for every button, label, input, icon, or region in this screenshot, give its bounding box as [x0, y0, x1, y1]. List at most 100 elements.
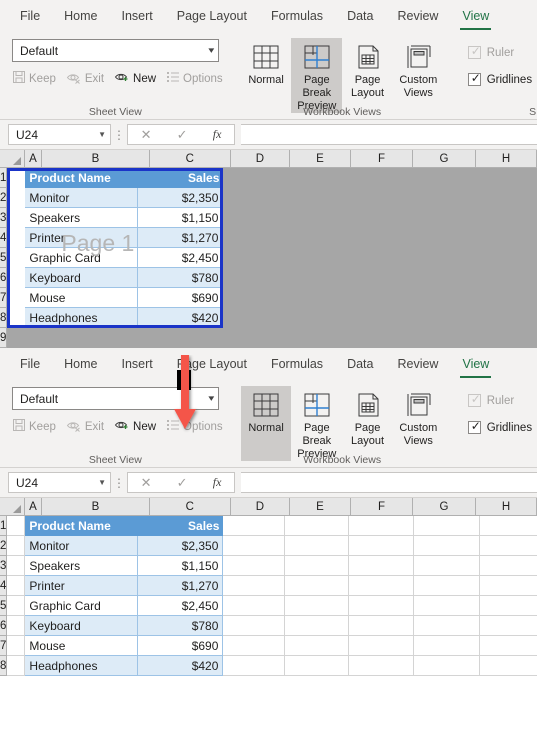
column-header-e[interactable]: E [289, 150, 352, 168]
grid-cell[interactable] [480, 596, 537, 616]
column-header-h[interactable]: H [475, 498, 537, 516]
grid-cell[interactable] [138, 328, 224, 348]
grid-cell[interactable] [414, 636, 481, 656]
table-data-cell[interactable]: Printer [25, 576, 139, 596]
grid-cell[interactable] [480, 536, 537, 556]
gridlines-checkbox-row[interactable]: ✓ Gridlines [460, 72, 532, 86]
grid-cell[interactable] [285, 556, 350, 576]
grid-cell[interactable] [349, 636, 415, 656]
name-box-top[interactable]: U24 ▼ [8, 124, 111, 145]
grid-cell[interactable] [7, 288, 26, 308]
grid-cell[interactable] [414, 248, 481, 268]
table-data-cell[interactable]: $1,270 [138, 576, 224, 596]
grid-cell[interactable] [414, 228, 481, 248]
table-data-cell[interactable]: $690 [138, 288, 224, 308]
sheet-view-combo-top[interactable]: Default ▾ [12, 39, 219, 62]
grid-cell[interactable] [7, 168, 26, 188]
grid-cell[interactable] [349, 208, 415, 228]
grid-cell[interactable] [285, 516, 350, 536]
grid-cell[interactable] [223, 268, 286, 288]
grid-cell[interactable] [223, 188, 286, 208]
table-data-cell[interactable]: $2,350 [138, 536, 224, 556]
row-header-2[interactable]: 2 [0, 536, 8, 556]
row-header-6[interactable]: 6 [0, 616, 8, 636]
grid-cell[interactable] [349, 228, 415, 248]
grid-cell[interactable] [480, 188, 537, 208]
table-data-cell[interactable]: $420 [138, 656, 224, 676]
grid-cell[interactable] [7, 576, 26, 596]
table-data-cell[interactable]: Keyboard [25, 268, 139, 288]
grid-cell[interactable] [223, 248, 286, 268]
ruler-checkbox-row[interactable]: ✓ Ruler [460, 45, 532, 59]
keep-button[interactable]: Keep [10, 417, 58, 436]
grid-cell[interactable] [285, 536, 350, 556]
ruler-checkbox[interactable]: ✓ [467, 393, 481, 407]
row-header-5[interactable]: 5 [0, 596, 8, 616]
table-data-cell[interactable]: Keyboard [25, 616, 139, 636]
grid-cell[interactable] [414, 596, 481, 616]
grid-cell[interactable] [7, 228, 26, 248]
tab-view[interactable]: View [450, 348, 501, 380]
grid-cell[interactable] [349, 248, 415, 268]
options-button[interactable]: Options [164, 69, 225, 88]
column-header-g[interactable]: G [413, 498, 476, 516]
grid-cell[interactable] [349, 556, 415, 576]
grid-cell[interactable] [480, 268, 537, 288]
new-button[interactable]: New [112, 69, 158, 88]
grid-cell[interactable] [480, 328, 537, 348]
grid-cell[interactable] [480, 636, 537, 656]
normal-view-button[interactable]: Normal [241, 38, 292, 113]
table-data-cell[interactable]: Mouse [25, 636, 139, 656]
tab-view[interactable]: View [450, 0, 501, 32]
grid-cell[interactable] [349, 188, 415, 208]
grid-cell[interactable] [223, 576, 286, 596]
column-header-c[interactable]: C [149, 498, 231, 516]
row-header-2[interactable]: 2 [0, 188, 8, 208]
grid-cell[interactable] [223, 168, 286, 188]
ruler-checkbox[interactable]: ✓ [467, 45, 481, 59]
formula-bar-grip[interactable]: ⋮ [111, 477, 127, 489]
spreadsheet-grid-bottom[interactable]: A B C D E F G H 1 2 3 4 5 6 7 8 Product Name Sales Monitor… [0, 498, 537, 676]
row-header-7[interactable]: 7 [0, 288, 8, 308]
column-header-d[interactable]: D [230, 150, 290, 168]
grid-cell[interactable] [223, 636, 286, 656]
grid-cell[interactable] [349, 328, 415, 348]
grid-cell[interactable] [223, 308, 286, 328]
sheet-view-combo-bottom[interactable]: Default ▾ [12, 387, 219, 410]
row-header-8[interactable]: 8 [0, 656, 8, 676]
tab-home[interactable]: Home [52, 0, 109, 32]
row-header-4[interactable]: 4 [0, 576, 8, 596]
grid-cell[interactable] [414, 288, 481, 308]
grid-cell[interactable] [223, 536, 286, 556]
table-data-cell[interactable]: $780 [138, 616, 224, 636]
grid-cell[interactable] [285, 328, 350, 348]
grid-cell[interactable] [414, 516, 481, 536]
grid-cell[interactable] [480, 208, 537, 228]
grid-cell[interactable] [349, 656, 415, 676]
grid-cell[interactable] [480, 516, 537, 536]
grid-cell[interactable] [285, 168, 350, 188]
grid-cell[interactable] [7, 268, 26, 288]
tab-formulas[interactable]: Formulas [259, 0, 335, 32]
table-data-cell[interactable]: Graphic Card [25, 248, 139, 268]
cancel-icon[interactable]: ✕ [141, 127, 152, 143]
gridlines-checkbox[interactable]: ✓ [467, 72, 481, 86]
row-header-6[interactable]: 6 [0, 268, 8, 288]
grid-cell[interactable] [285, 188, 350, 208]
row-header-3[interactable]: 3 [0, 556, 8, 576]
grid-cell[interactable] [480, 248, 537, 268]
exit-button[interactable]: Exit [64, 69, 106, 88]
column-header-b[interactable]: B [42, 498, 150, 516]
grid-cell[interactable] [7, 636, 26, 656]
grid-cell[interactable] [349, 288, 415, 308]
grid-cell[interactable] [480, 308, 537, 328]
table-data-cell[interactable]: Mouse [25, 288, 139, 308]
table-header-cell[interactable]: Product Name [25, 516, 139, 536]
grid-cell[interactable] [223, 556, 286, 576]
grid-cell[interactable] [414, 536, 481, 556]
grid-cell[interactable] [7, 616, 26, 636]
row-header-8[interactable]: 8 [0, 308, 8, 328]
grid-cell[interactable] [285, 576, 350, 596]
formula-bar-grip[interactable]: ⋮ [111, 129, 127, 141]
fx-icon[interactable]: fx [213, 475, 222, 490]
